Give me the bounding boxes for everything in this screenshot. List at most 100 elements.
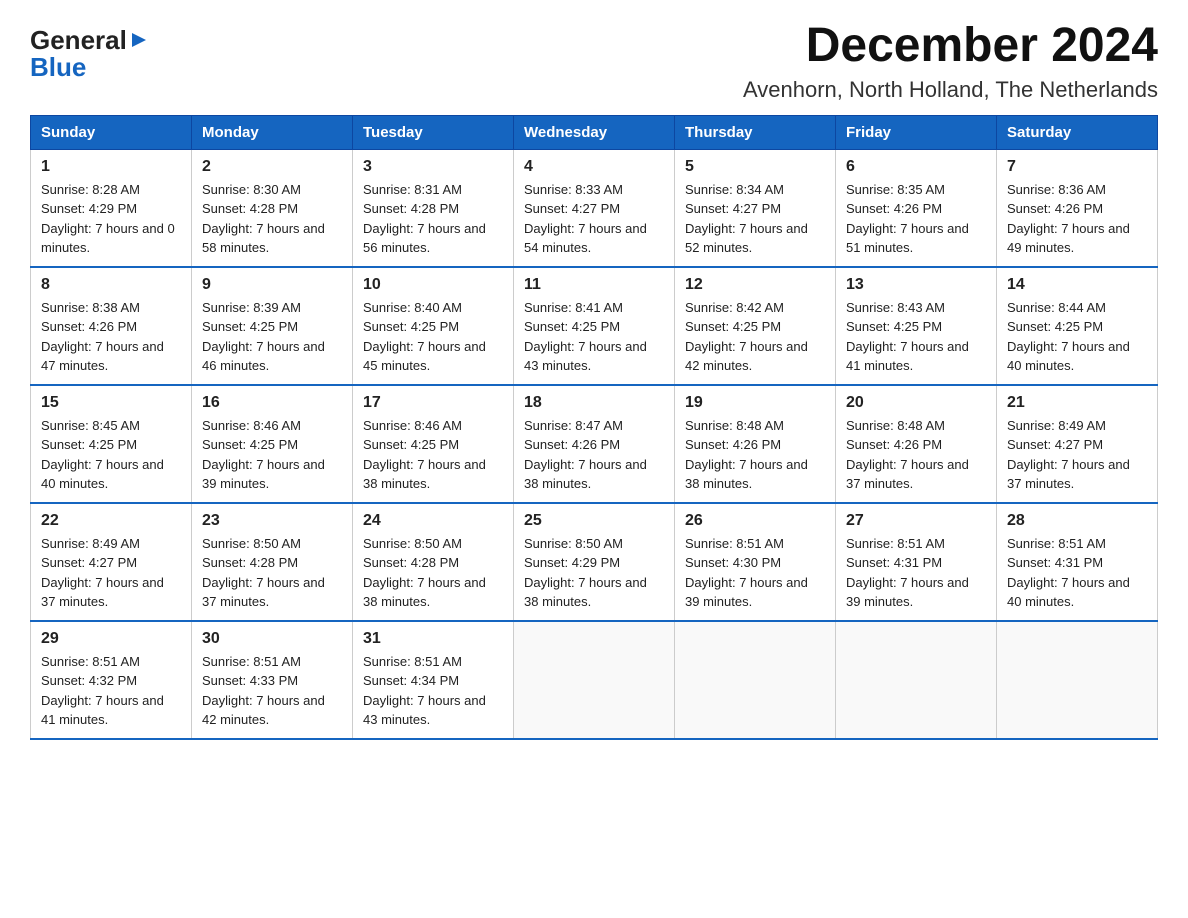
logo-arrow-icon [130, 23, 148, 54]
calendar-day-cell [997, 621, 1158, 739]
weekday-header: Wednesday [514, 115, 675, 149]
calendar-day-cell: 6 Sunrise: 8:35 AM Sunset: 4:26 PM Daylig… [836, 149, 997, 267]
day-info: Sunrise: 8:51 AM Sunset: 4:34 PM Dayligh… [363, 652, 503, 730]
calendar-day-cell: 24Sunrise: 8:50 AM Sunset: 4:28 PM Dayli… [353, 503, 514, 621]
day-info: Sunrise: 8:48 AM Sunset: 4:26 PM Dayligh… [685, 416, 825, 494]
calendar-day-cell [514, 621, 675, 739]
day-number: 23 [202, 512, 342, 530]
calendar-day-cell: 31 Sunrise: 8:51 AM Sunset: 4:34 PM Dayli… [353, 621, 514, 739]
day-number: 30 [202, 630, 342, 648]
calendar-day-cell: 13 Sunrise: 8:43 AM Sunset: 4:25 PM Dayli… [836, 267, 997, 385]
day-info: Sunrise: 8:44 AM Sunset: 4:25 PM Dayligh… [1007, 298, 1147, 376]
day-info: Sunrise: 8:51 AM Sunset: 4:30 PM Dayligh… [685, 534, 825, 612]
day-info: Sunrise: 8:42 AM Sunset: 4:25 PM Dayligh… [685, 298, 825, 376]
calendar-day-cell: 4 Sunrise: 8:33 AM Sunset: 4:27 PM Daylig… [514, 149, 675, 267]
day-info: Sunrise: 8:51 AM Sunset: 4:33 PM Dayligh… [202, 652, 342, 730]
day-info: Sunrise: 8:51 AM Sunset: 4:31 PM Dayligh… [846, 534, 986, 612]
calendar-day-cell: 21 Sunrise: 8:49 AM Sunset: 4:27 PM Dayli… [997, 385, 1158, 503]
day-info: Sunrise: 8:34 AM Sunset: 4:27 PM Dayligh… [685, 180, 825, 258]
calendar-day-cell: 5 Sunrise: 8:34 AM Sunset: 4:27 PM Daylig… [675, 149, 836, 267]
day-info: Sunrise: 8:50 AM Sunset: 4:28 PM Dayligh… [363, 534, 503, 612]
day-number: 26 [685, 512, 825, 530]
day-number: 8 [41, 276, 181, 294]
day-info: Sunrise: 8:51 AM Sunset: 4:32 PM Dayligh… [41, 652, 181, 730]
day-number: 2 [202, 158, 342, 176]
day-info: Sunrise: 8:45 AM Sunset: 4:25 PM Dayligh… [41, 416, 181, 494]
weekday-header: Friday [836, 115, 997, 149]
day-number: 12 [685, 276, 825, 294]
day-number: 18 [524, 394, 664, 412]
calendar-week-row: 15 Sunrise: 8:45 AM Sunset: 4:25 PM Dayli… [31, 385, 1158, 503]
calendar-week-row: 1 Sunrise: 8:28 AM Sunset: 4:29 PM Daylig… [31, 149, 1158, 267]
day-number: 29 [41, 630, 181, 648]
day-number: 10 [363, 276, 503, 294]
day-info: Sunrise: 8:49 AM Sunset: 4:27 PM Dayligh… [1007, 416, 1147, 494]
calendar-day-cell: 28Sunrise: 8:51 AM Sunset: 4:31 PM Dayli… [997, 503, 1158, 621]
day-number: 22 [41, 512, 181, 530]
day-number: 3 [363, 158, 503, 176]
calendar-day-cell: 17Sunrise: 8:46 AM Sunset: 4:25 PM Dayli… [353, 385, 514, 503]
calendar-day-cell: 14Sunrise: 8:44 AM Sunset: 4:25 PM Dayli… [997, 267, 1158, 385]
day-info: Sunrise: 8:33 AM Sunset: 4:27 PM Dayligh… [524, 180, 664, 258]
day-number: 4 [524, 158, 664, 176]
day-number: 15 [41, 394, 181, 412]
calendar-day-cell: 22 Sunrise: 8:49 AM Sunset: 4:27 PM Dayli… [31, 503, 192, 621]
day-info: Sunrise: 8:38 AM Sunset: 4:26 PM Dayligh… [41, 298, 181, 376]
calendar-day-cell: 23Sunrise: 8:50 AM Sunset: 4:28 PM Dayli… [192, 503, 353, 621]
calendar-day-cell: 12 Sunrise: 8:42 AM Sunset: 4:25 PM Dayli… [675, 267, 836, 385]
calendar-day-cell: 15 Sunrise: 8:45 AM Sunset: 4:25 PM Dayli… [31, 385, 192, 503]
calendar-day-cell: 20Sunrise: 8:48 AM Sunset: 4:26 PM Dayli… [836, 385, 997, 503]
calendar-day-cell: 25 Sunrise: 8:50 AM Sunset: 4:29 PM Dayli… [514, 503, 675, 621]
day-number: 31 [363, 630, 503, 648]
calendar-week-row: 22 Sunrise: 8:49 AM Sunset: 4:27 PM Dayli… [31, 503, 1158, 621]
calendar-day-cell: 18 Sunrise: 8:47 AM Sunset: 4:26 PM Dayli… [514, 385, 675, 503]
page-subtitle: Avenhorn, North Holland, The Netherlands [743, 77, 1158, 103]
day-number: 9 [202, 276, 342, 294]
calendar-day-cell: 26 Sunrise: 8:51 AM Sunset: 4:30 PM Dayli… [675, 503, 836, 621]
day-info: Sunrise: 8:47 AM Sunset: 4:26 PM Dayligh… [524, 416, 664, 494]
day-info: Sunrise: 8:35 AM Sunset: 4:26 PM Dayligh… [846, 180, 986, 258]
day-number: 16 [202, 394, 342, 412]
day-info: Sunrise: 8:39 AM Sunset: 4:25 PM Dayligh… [202, 298, 342, 376]
calendar-day-cell: 9 Sunrise: 8:39 AM Sunset: 4:25 PM Daylig… [192, 267, 353, 385]
page-title: December 2024 [743, 20, 1158, 73]
day-number: 19 [685, 394, 825, 412]
day-info: Sunrise: 8:41 AM Sunset: 4:25 PM Dayligh… [524, 298, 664, 376]
day-info: Sunrise: 8:36 AM Sunset: 4:26 PM Dayligh… [1007, 180, 1147, 258]
day-info: Sunrise: 8:28 AM Sunset: 4:29 PM Dayligh… [41, 180, 181, 258]
day-info: Sunrise: 8:46 AM Sunset: 4:25 PM Dayligh… [202, 416, 342, 494]
day-info: Sunrise: 8:30 AM Sunset: 4:28 PM Dayligh… [202, 180, 342, 258]
calendar-day-cell: 16 Sunrise: 8:46 AM Sunset: 4:25 PM Dayli… [192, 385, 353, 503]
calendar-day-cell: 10 Sunrise: 8:40 AM Sunset: 4:25 PM Dayli… [353, 267, 514, 385]
day-number: 13 [846, 276, 986, 294]
calendar-day-cell [675, 621, 836, 739]
day-info: Sunrise: 8:43 AM Sunset: 4:25 PM Dayligh… [846, 298, 986, 376]
calendar-day-cell: 27 Sunrise: 8:51 AM Sunset: 4:31 PM Dayli… [836, 503, 997, 621]
weekday-header: Monday [192, 115, 353, 149]
day-info: Sunrise: 8:49 AM Sunset: 4:27 PM Dayligh… [41, 534, 181, 612]
weekday-header: Thursday [675, 115, 836, 149]
calendar-table: SundayMondayTuesdayWednesdayThursdayFrid… [30, 115, 1158, 740]
calendar-day-cell [836, 621, 997, 739]
logo-blue-text: Blue [30, 52, 86, 83]
weekday-header: Saturday [997, 115, 1158, 149]
day-info: Sunrise: 8:50 AM Sunset: 4:29 PM Dayligh… [524, 534, 664, 612]
calendar-day-cell: 8 Sunrise: 8:38 AM Sunset: 4:26 PM Daylig… [31, 267, 192, 385]
day-info: Sunrise: 8:48 AM Sunset: 4:26 PM Dayligh… [846, 416, 986, 494]
logo: General Blue [30, 20, 148, 83]
calendar-day-cell: 11 Sunrise: 8:41 AM Sunset: 4:25 PM Dayli… [514, 267, 675, 385]
day-info: Sunrise: 8:31 AM Sunset: 4:28 PM Dayligh… [363, 180, 503, 258]
day-info: Sunrise: 8:51 AM Sunset: 4:31 PM Dayligh… [1007, 534, 1147, 612]
calendar-day-cell: 1 Sunrise: 8:28 AM Sunset: 4:29 PM Daylig… [31, 149, 192, 267]
day-number: 6 [846, 158, 986, 176]
day-number: 1 [41, 158, 181, 176]
weekday-header: Tuesday [353, 115, 514, 149]
day-number: 27 [846, 512, 986, 530]
day-number: 21 [1007, 394, 1147, 412]
title-block: December 2024 Avenhorn, North Holland, T… [743, 20, 1158, 103]
calendar-week-row: 8 Sunrise: 8:38 AM Sunset: 4:26 PM Daylig… [31, 267, 1158, 385]
day-number: 25 [524, 512, 664, 530]
day-number: 11 [524, 276, 664, 294]
day-number: 5 [685, 158, 825, 176]
day-info: Sunrise: 8:40 AM Sunset: 4:25 PM Dayligh… [363, 298, 503, 376]
